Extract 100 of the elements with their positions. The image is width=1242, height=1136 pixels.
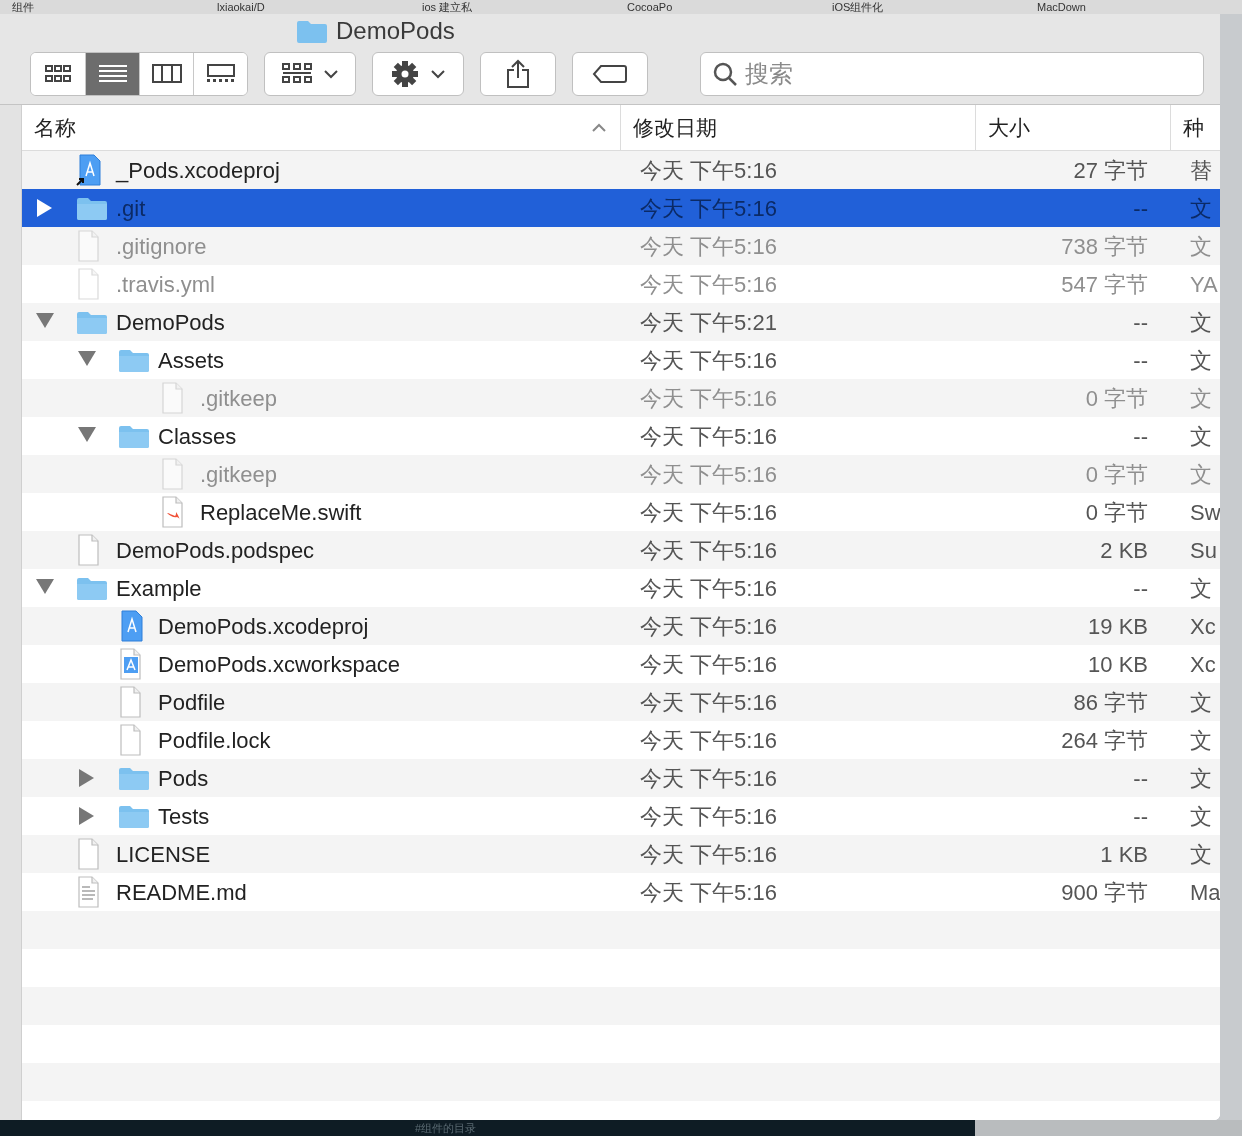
workspace-document-icon xyxy=(118,648,144,680)
file-name: DemoPods.podspec xyxy=(116,536,315,565)
file-kind: Xc xyxy=(1190,650,1216,679)
file-size: 0 字节 xyxy=(1085,460,1148,489)
folder-icon xyxy=(118,804,150,828)
file-size: -- xyxy=(1133,422,1148,451)
column-header[interactable]: 大小 xyxy=(975,105,1170,150)
file-size: -- xyxy=(1133,308,1148,337)
browser-tab[interactable]: ios 建立私 xyxy=(410,0,615,14)
file-name: Assets xyxy=(158,346,225,375)
modified-date: 今天 下午5:16 xyxy=(639,346,778,375)
gallery-view-icon xyxy=(205,63,236,85)
file-name: .gitignore xyxy=(116,232,207,261)
file-kind: 文 xyxy=(1190,308,1212,337)
folder-icon xyxy=(76,576,108,600)
disclosure-triangle-icon[interactable] xyxy=(78,769,96,787)
folder-icon xyxy=(118,424,150,448)
modified-date: 今天 下午5:16 xyxy=(639,384,778,413)
file-row[interactable]: DemoPods 今天 下午5:21 -- 文 xyxy=(22,303,1220,341)
file-kind: 文 xyxy=(1190,688,1212,717)
modified-date: 今天 下午5:16 xyxy=(639,612,778,641)
tag-icon xyxy=(592,64,628,84)
search-field[interactable]: 搜索 xyxy=(700,52,1204,96)
file-name: .git xyxy=(116,194,146,223)
file-size: 86 字节 xyxy=(1073,688,1148,717)
file-kind: 文 xyxy=(1190,574,1212,603)
file-kind: 文 xyxy=(1190,802,1212,831)
file-kind: 文 xyxy=(1190,422,1212,451)
folder-icon xyxy=(118,766,150,790)
document-icon xyxy=(76,230,102,262)
document-icon xyxy=(76,838,102,870)
file-kind: 文 xyxy=(1190,232,1212,261)
file-name: Podfile.lock xyxy=(158,726,271,755)
file-size: -- xyxy=(1133,574,1148,603)
modified-date: 今天 下午5:16 xyxy=(639,878,778,907)
file-row[interactable]: DemoPods.podspec 今天 下午5:16 2 KB Su xyxy=(22,531,1220,569)
folder-icon xyxy=(76,196,108,220)
file-name: ReplaceMe.swift xyxy=(200,498,362,527)
browser-tab[interactable]: iOS组件化 xyxy=(820,0,1025,14)
window-title: DemoPods xyxy=(336,16,455,46)
file-name: Pods xyxy=(158,764,209,793)
modified-date: 今天 下午5:16 xyxy=(639,726,778,755)
browser-tab[interactable]: CocoaPo xyxy=(615,0,820,14)
file-row[interactable]: Pods 今天 下午5:16 -- 文 xyxy=(22,759,1220,797)
group-button[interactable] xyxy=(264,52,356,96)
file-size: 900 字节 xyxy=(1061,878,1148,907)
file-row[interactable]: LICENSE 今天 下午5:16 1 KB 文 xyxy=(22,835,1220,873)
file-size: 1 KB xyxy=(1100,840,1148,869)
disclosure-triangle-icon[interactable] xyxy=(78,807,96,825)
modified-date: 今天 下午5:16 xyxy=(639,498,778,527)
file-name: .gitkeep xyxy=(200,384,278,413)
chevron-down-icon xyxy=(324,69,338,79)
file-kind: 文 xyxy=(1190,726,1212,755)
disclosure-triangle-icon[interactable] xyxy=(36,199,54,217)
document-icon xyxy=(76,268,102,300)
file-name: DemoPods xyxy=(116,308,225,337)
column-header[interactable]: 修改日期 xyxy=(620,105,975,150)
file-size: -- xyxy=(1133,194,1148,223)
settings-button[interactable] xyxy=(372,52,464,96)
file-kind: 文 xyxy=(1190,194,1212,223)
view-mode-control[interactable] xyxy=(30,52,248,96)
file-kind: 文 xyxy=(1190,384,1212,413)
file-size: 0 字节 xyxy=(1085,498,1148,527)
column-header[interactable]: 名称 xyxy=(22,105,620,150)
file-row[interactable]: DemoPods.xcodeproj 今天 下午5:16 19 KB Xc xyxy=(22,607,1220,645)
browser-tab[interactable]: lxiaokai/D xyxy=(205,0,410,14)
file-row[interactable]: Podfile 今天 下午5:16 86 字节 文 xyxy=(22,683,1220,721)
file-name: .travis.yml xyxy=(116,270,215,299)
search-input[interactable]: 搜索 xyxy=(745,56,1191,92)
modified-date: 今天 下午5:16 xyxy=(639,194,778,223)
view-mode-button[interactable] xyxy=(85,53,139,95)
view-mode-button[interactable] xyxy=(193,53,247,95)
file-size: -- xyxy=(1133,346,1148,375)
text-document-icon xyxy=(76,876,102,908)
share-button[interactable] xyxy=(480,52,556,96)
column-header[interactable]: 种 xyxy=(1170,105,1220,150)
document-icon xyxy=(118,724,144,756)
file-name: Example xyxy=(116,574,202,603)
file-kind: 文 xyxy=(1190,460,1212,489)
modified-date: 今天 下午5:16 xyxy=(639,232,778,261)
project-document-icon xyxy=(118,610,146,642)
icons-view-icon xyxy=(43,63,73,85)
document-icon xyxy=(118,686,144,718)
browser-tab[interactable]: MacDown xyxy=(1025,0,1230,14)
file-name: Classes xyxy=(158,422,237,451)
file-size: 264 字节 xyxy=(1061,726,1148,755)
folder-icon xyxy=(76,310,108,334)
file-kind: 文 xyxy=(1190,764,1212,793)
file-name: Tests xyxy=(158,802,210,831)
chevron-down-icon xyxy=(431,69,445,79)
browser-tab[interactable]: 组件 xyxy=(0,0,205,14)
caption-text: #组件的目录 xyxy=(415,1121,477,1135)
file-row[interactable]: _Pods.xcodeproj 今天 下午5:16 27 字节 替 xyxy=(22,151,1220,189)
search-icon xyxy=(713,62,737,86)
file-name: Podfile xyxy=(158,688,226,717)
file-size: 19 KB xyxy=(1088,612,1148,641)
tag-button[interactable] xyxy=(572,52,648,96)
file-kind: 文 xyxy=(1190,840,1212,869)
file-kind: 替 xyxy=(1190,156,1212,185)
modified-date: 今天 下午5:16 xyxy=(639,460,778,489)
